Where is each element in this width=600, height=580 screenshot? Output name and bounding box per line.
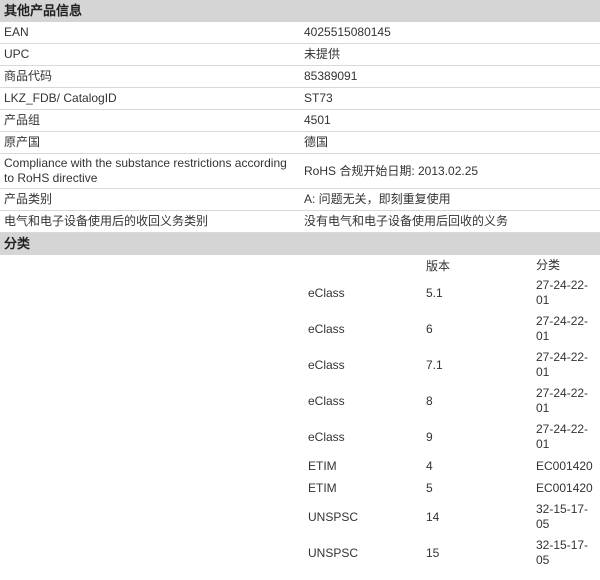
class-version: 4 — [426, 459, 433, 473]
info-value: 德国 — [304, 135, 329, 149]
info-value: 85389091 — [304, 69, 358, 83]
info-label: 产品组 — [4, 113, 41, 127]
class-code: 27-24-22-01 — [536, 278, 589, 307]
info-label: 原产国 — [4, 135, 41, 149]
info-value: 没有电气和电子设备使用后回收的义务 — [304, 214, 509, 228]
info-row-ean: EAN 4025515080145 — [0, 22, 600, 44]
column-header-version: 版本 — [426, 258, 451, 273]
info-row-catalog-id: LKZ_FDB/ CatalogID ST73 — [0, 88, 600, 110]
classification-row: eClass 8 27-24-22-01 — [0, 383, 600, 419]
classification-table: 版本 分类 eClass 5.1 27-24-22-01 eClass 6 27… — [0, 255, 600, 571]
class-code: 27-24-22-01 — [536, 422, 589, 451]
class-system: ETIM — [308, 459, 337, 473]
info-value: 未提供 — [304, 47, 341, 61]
section-title-product-info: 其他产品信息 — [0, 0, 600, 22]
column-header-class: 分类 — [536, 257, 561, 272]
classification-row: ETIM 4 EC001420 — [0, 455, 600, 477]
class-version: 15 — [426, 546, 440, 560]
class-code: 32-15-17-05 — [536, 502, 589, 531]
class-version: 8 — [426, 394, 433, 408]
class-system: UNSPSC — [308, 510, 359, 524]
info-label: 商品代码 — [4, 69, 53, 83]
info-label: 电气和电子设备使用后的收回义务类别 — [4, 214, 209, 228]
class-code: EC001420 — [536, 458, 593, 473]
classification-row: eClass 7.1 27-24-22-01 — [0, 347, 600, 383]
class-version: 14 — [426, 510, 440, 524]
class-system: ETIM — [308, 481, 337, 495]
info-value: RoHS 合规开始日期: 2013.02.25 — [304, 163, 479, 178]
class-system: eClass — [308, 430, 345, 444]
info-value: A: 问题无关，即刻重复使用 — [304, 192, 451, 206]
classification-row: UNSPSC 14 32-15-17-05 — [0, 499, 600, 535]
class-code: 32-15-17-05 — [536, 538, 589, 567]
class-code: 27-24-22-01 — [536, 314, 589, 343]
class-system: eClass — [308, 286, 345, 300]
info-value: ST73 — [304, 91, 333, 105]
class-system: UNSPSC — [308, 546, 359, 560]
info-label: EAN — [4, 25, 29, 39]
product-info-table: EAN 4025515080145 UPC 未提供 商品代码 85389091 … — [0, 22, 600, 233]
classification-row: eClass 5.1 27-24-22-01 — [0, 275, 600, 311]
class-system: eClass — [308, 322, 345, 336]
info-row-weee-category: 电气和电子设备使用后的收回义务类别 没有电气和电子设备使用后回收的义务 — [0, 211, 600, 233]
class-version: 5.1 — [426, 286, 443, 300]
class-system: eClass — [308, 394, 345, 408]
info-label: UPC — [4, 47, 30, 61]
class-version: 7.1 — [426, 358, 443, 372]
class-code: 27-24-22-01 — [536, 386, 589, 415]
class-version: 9 — [426, 430, 433, 444]
info-value: 4025515080145 — [304, 25, 391, 39]
class-system: eClass — [308, 358, 345, 372]
classification-row: eClass 6 27-24-22-01 — [0, 311, 600, 347]
info-row-upc: UPC 未提供 — [0, 44, 600, 66]
info-value: 4501 — [304, 113, 331, 127]
classification-row: ETIM 5 EC001420 — [0, 477, 600, 499]
classification-row: eClass 9 27-24-22-01 — [0, 419, 600, 455]
info-row-rohs: Compliance with the substance restrictio… — [0, 154, 600, 189]
class-version: 5 — [426, 481, 433, 495]
info-row-product-group: 产品组 4501 — [0, 110, 600, 132]
class-code: 27-24-22-01 — [536, 350, 589, 379]
info-row-commodity-code: 商品代码 85389091 — [0, 66, 600, 88]
class-code: EC001420 — [536, 480, 593, 495]
classification-section: 分类 版本 分类 eClass 5.1 27-24-22-01 eClass 6… — [0, 233, 600, 571]
product-info-section: 其他产品信息 EAN 4025515080145 UPC 未提供 商品代码 85… — [0, 0, 600, 233]
info-row-country-of-origin: 原产国 德国 — [0, 132, 600, 154]
section-title-classification: 分类 — [0, 233, 600, 255]
classification-row: UNSPSC 15 32-15-17-05 — [0, 535, 600, 571]
info-label: Compliance with the substance restrictio… — [4, 156, 287, 185]
info-label: 产品类别 — [4, 192, 53, 206]
class-version: 6 — [426, 322, 433, 336]
info-row-product-category: 产品类别 A: 问题无关，即刻重复使用 — [0, 189, 600, 211]
classification-header-row: 版本 分类 — [0, 255, 600, 275]
info-label: LKZ_FDB/ CatalogID — [4, 91, 117, 105]
